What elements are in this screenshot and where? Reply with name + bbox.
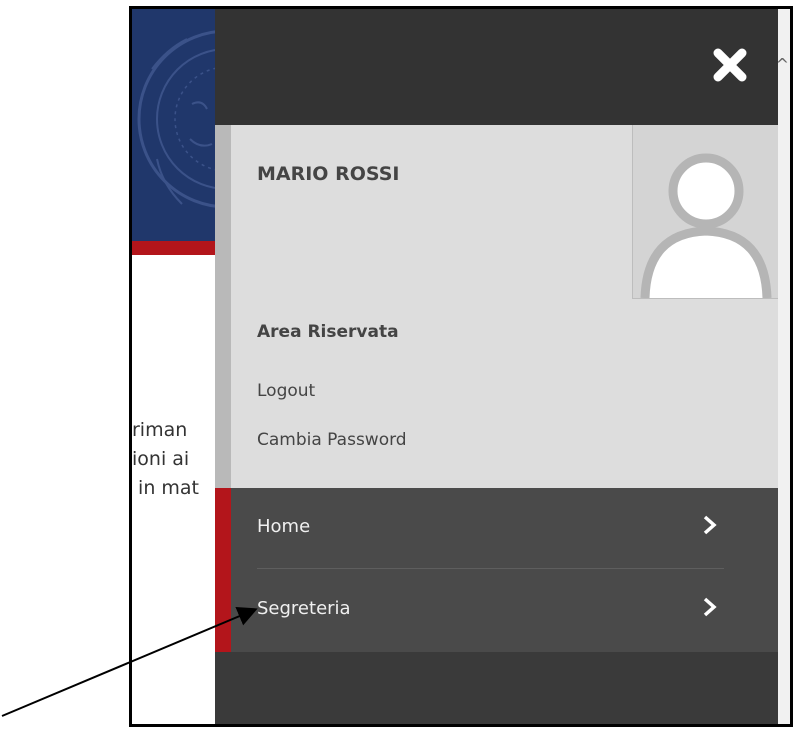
nav-active-stripe xyxy=(215,488,231,652)
side-menu-panel: MARIO ROSSI Area Riservata Logout Cambia… xyxy=(215,9,778,724)
screenshot-frame: riman ioni ai in mat ^ MARIO ROSSI Area R… xyxy=(129,6,793,727)
change-password-link[interactable]: Cambia Password xyxy=(257,430,407,450)
user-name: MARIO ROSSI xyxy=(257,163,400,185)
body-text-line: ioni ai xyxy=(132,448,190,470)
avatar xyxy=(632,125,778,299)
body-text-line: riman xyxy=(132,419,188,441)
chevron-right-icon xyxy=(703,597,717,617)
side-menu-header xyxy=(215,9,778,125)
close-button[interactable] xyxy=(708,43,752,87)
side-menu-nav: Home Segreteria xyxy=(215,488,778,652)
user-info-block: MARIO ROSSI Area Riservata Logout Cambia… xyxy=(215,125,778,488)
nav-divider xyxy=(257,568,724,569)
user-block-stripe xyxy=(215,125,231,488)
nav-item-label: Segreteria xyxy=(257,598,351,619)
page-body-text: riman ioni ai in mat xyxy=(132,416,199,503)
area-riservata-heading: Area Riservata xyxy=(257,322,399,342)
nav-item-label: Home xyxy=(257,516,311,537)
user-avatar-icon xyxy=(640,153,772,298)
chevron-right-icon xyxy=(703,515,717,535)
nav-item-segreteria[interactable]: Segreteria xyxy=(231,570,724,652)
close-icon[interactable] xyxy=(708,43,752,87)
nav-item-home[interactable]: Home xyxy=(231,488,724,570)
logout-link[interactable]: Logout xyxy=(257,381,315,401)
body-text-line: in mat xyxy=(132,477,200,499)
